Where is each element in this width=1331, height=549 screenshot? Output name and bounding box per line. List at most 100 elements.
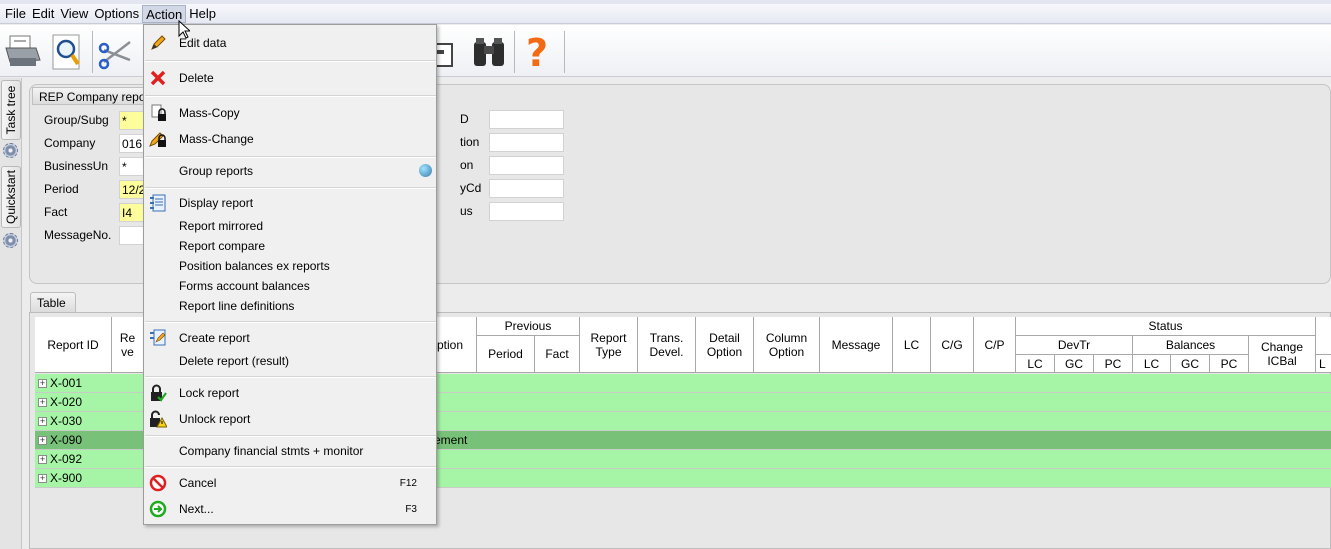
pencil-icon xyxy=(149,34,167,52)
printer-icon[interactable] xyxy=(2,32,42,72)
help-icon[interactable]: ? xyxy=(520,31,560,75)
menu-item-mass-copy[interactable]: Mass-Copy xyxy=(145,102,436,124)
expand-icon[interactable]: + xyxy=(38,378,47,388)
col-bal-gc[interactable]: GC xyxy=(1171,355,1210,373)
col-trailing-group xyxy=(1316,317,1331,355)
create-report-icon xyxy=(149,329,167,347)
scissors-icon[interactable] xyxy=(96,32,136,72)
expand-icon[interactable]: + xyxy=(38,473,47,483)
report-id: X-001 xyxy=(50,376,83,390)
col-group-previous: Previous xyxy=(477,317,580,336)
report-description: ement xyxy=(434,433,468,447)
group-subg-input[interactable]: * xyxy=(119,111,145,130)
col-cg[interactable]: C/G xyxy=(931,317,974,373)
right-field-1-input[interactable] xyxy=(489,110,564,129)
menu-help[interactable]: Help xyxy=(186,5,219,23)
notebook-icon xyxy=(149,194,167,212)
businessun-input[interactable]: * xyxy=(119,157,145,176)
menu-item-lock-report[interactable]: Lock report xyxy=(145,382,436,404)
expand-icon[interactable]: + xyxy=(38,435,47,445)
report-id: X-020 xyxy=(50,395,83,409)
svg-text:?: ? xyxy=(526,32,548,72)
menu-item-report-compare[interactable]: Report compare xyxy=(145,235,436,257)
col-fact[interactable]: Fact xyxy=(535,336,580,373)
expand-icon[interactable]: + xyxy=(38,454,47,464)
red-x-icon xyxy=(149,69,167,87)
mouse-cursor-icon xyxy=(178,20,190,39)
menu-item-create-report[interactable]: Create report xyxy=(145,327,436,349)
menu-item-group-reports[interactable]: Group reports xyxy=(145,160,436,182)
next-arrow-icon xyxy=(149,500,167,518)
col-group-balances: Balances xyxy=(1133,336,1249,355)
unlock-warning-icon xyxy=(149,410,168,428)
menu-bar: File Edit View Options Action Help xyxy=(0,4,1331,24)
right-field-4-input[interactable] xyxy=(489,179,564,198)
tab-table[interactable]: Table xyxy=(30,292,76,312)
expand-icon[interactable]: + xyxy=(38,416,47,426)
report-id: X-900 xyxy=(50,471,83,485)
col-report-ve[interactable]: Re ve xyxy=(112,317,144,373)
side-tabs: Task tree Quickstart xyxy=(0,78,22,549)
col-trans-devel[interactable]: Trans. Devel. xyxy=(638,317,696,373)
menu-edit[interactable]: Edit xyxy=(29,5,57,23)
globe-icon xyxy=(419,164,432,177)
menu-item-report-line-definitions[interactable]: Report line definitions xyxy=(145,295,436,317)
menu-file[interactable]: File xyxy=(2,5,29,23)
menu-item-cancel[interactable]: Cancel F12 xyxy=(145,472,436,494)
menu-item-report-mirrored[interactable]: Report mirrored xyxy=(145,215,436,237)
report-id: X-092 xyxy=(50,452,83,466)
right-field-2-input[interactable] xyxy=(489,133,564,152)
col-group-devtr: DevTr xyxy=(1016,336,1133,355)
report-id: X-030 xyxy=(50,414,83,428)
menu-item-display-report[interactable]: Display report xyxy=(145,192,436,214)
menu-item-forms-account-balances[interactable]: Forms account balances xyxy=(145,275,436,297)
menu-item-next[interactable]: Next... F3 xyxy=(145,498,436,520)
copy-lock-icon xyxy=(149,104,167,122)
gear-icon[interactable] xyxy=(3,143,18,158)
menu-item-unlock-report[interactable]: Unlock report xyxy=(145,408,436,430)
expand-icon[interactable]: + xyxy=(38,397,47,407)
col-change-icbal[interactable]: Change ICBal xyxy=(1249,336,1316,373)
menu-item-mass-change[interactable]: Mass-Change xyxy=(145,128,436,150)
cancel-icon xyxy=(149,474,167,492)
report-id: X-090 xyxy=(50,433,83,447)
right-field-3-input[interactable] xyxy=(489,156,564,175)
col-bal-pc[interactable]: PC xyxy=(1210,355,1249,373)
tab-task-tree[interactable]: Task tree xyxy=(1,80,21,140)
col-period[interactable]: Period xyxy=(477,336,535,373)
col-message[interactable]: Message xyxy=(820,317,893,373)
col-devtr-gc[interactable]: GC xyxy=(1055,355,1094,373)
menu-item-delete[interactable]: Delete xyxy=(145,67,436,89)
period-input[interactable]: 12/2 xyxy=(119,180,145,199)
col-lc[interactable]: LC xyxy=(893,317,931,373)
shortcut-label: F3 xyxy=(405,504,417,515)
right-field-5-input[interactable] xyxy=(489,202,564,221)
binoculars-icon[interactable] xyxy=(470,32,510,72)
col-report-type[interactable]: Report Type xyxy=(580,317,638,373)
shortcut-label: F12 xyxy=(399,478,417,489)
fact-input[interactable]: I4 xyxy=(119,203,145,222)
company-input[interactable]: 016 xyxy=(119,134,145,153)
col-column-option[interactable]: Column Option xyxy=(754,317,820,373)
menu-item-position-balances[interactable]: Position balances ex reports xyxy=(145,255,436,277)
col-report-id[interactable]: Report ID xyxy=(35,317,112,373)
lock-check-icon xyxy=(149,384,167,402)
col-bal-lc[interactable]: LC xyxy=(1133,355,1171,373)
col-cp[interactable]: C/P xyxy=(974,317,1016,373)
col-trailing[interactable]: L xyxy=(1316,355,1331,373)
col-devtr-pc[interactable]: PC xyxy=(1094,355,1133,373)
panel-title: REP Company repo xyxy=(32,87,146,105)
col-devtr-lc[interactable]: LC xyxy=(1016,355,1055,373)
col-group-status: Status xyxy=(1016,317,1316,336)
action-menu: Edit data Delete Mass-Copy Mass-Change G… xyxy=(143,24,437,525)
menu-item-company-financial-stmts[interactable]: Company financial stmts + monitor xyxy=(145,440,436,462)
tab-quickstart[interactable]: Quickstart xyxy=(1,166,21,228)
menu-options[interactable]: Options xyxy=(91,5,142,23)
gear-icon[interactable] xyxy=(3,233,18,248)
messageno-input[interactable] xyxy=(119,226,145,245)
col-description[interactable]: ption xyxy=(437,317,477,373)
menu-item-delete-report-result[interactable]: Delete report (result) xyxy=(145,350,436,372)
col-detail-option[interactable]: Detail Option xyxy=(696,317,754,373)
print-preview-icon[interactable] xyxy=(47,32,87,72)
menu-view[interactable]: View xyxy=(57,5,91,23)
